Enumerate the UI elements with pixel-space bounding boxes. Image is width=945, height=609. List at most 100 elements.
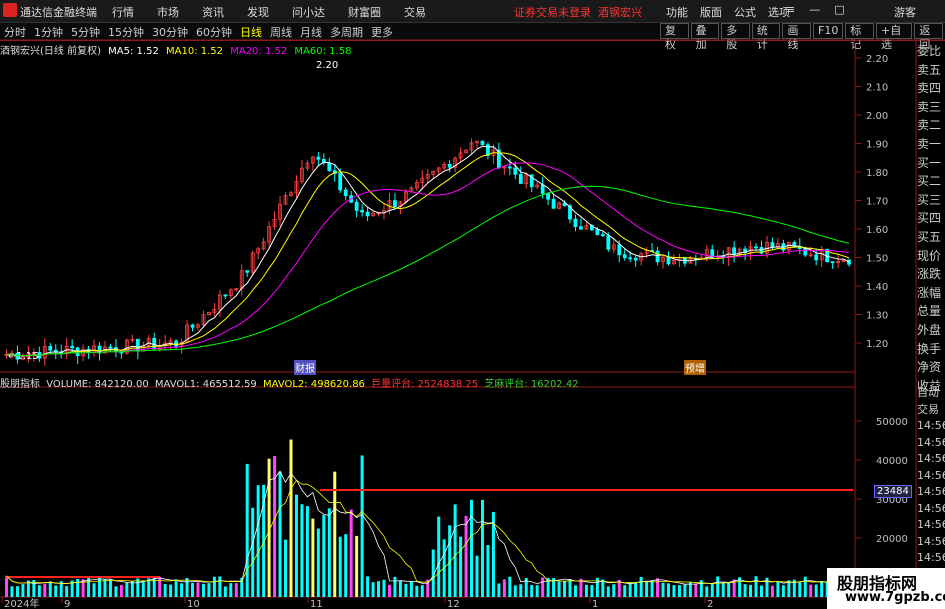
- trade-field-8[interactable]: 14:56: [917, 517, 945, 534]
- volume-tick-label: 40000: [876, 456, 908, 467]
- volume-bar: [634, 581, 638, 597]
- candle-body: [393, 200, 397, 207]
- volume-bar: [694, 583, 698, 597]
- volume-bar: [409, 581, 413, 597]
- volume-bar: [716, 576, 720, 597]
- volume-bar: [404, 583, 408, 597]
- price-tick-label: 2.20: [866, 54, 888, 65]
- quote-field-8[interactable]: 买三: [917, 191, 945, 210]
- quote-field-7[interactable]: 买二: [917, 172, 945, 191]
- date-tick-label: 2024年: [4, 597, 39, 609]
- candle-body: [540, 184, 545, 194]
- quote-field-4[interactable]: 卖二: [917, 116, 945, 135]
- event-label-report[interactable]: 财报: [294, 360, 316, 375]
- volume-bar: [420, 585, 424, 597]
- candle-body: [190, 324, 195, 328]
- quote-field-5[interactable]: 卖一: [917, 135, 945, 154]
- trade-field-3[interactable]: 14:56: [917, 435, 945, 452]
- quote-field-10[interactable]: 买五: [917, 228, 945, 247]
- volume-bar: [820, 581, 824, 597]
- volume-bar: [459, 536, 463, 597]
- quote-field-2[interactable]: 卖四: [917, 79, 945, 98]
- trade-field-5[interactable]: 14:56: [917, 468, 945, 485]
- indicator-title: 股朋指标: [0, 379, 40, 390]
- candle-body: [327, 162, 332, 172]
- candle-body: [338, 173, 343, 191]
- volume-bar: [770, 585, 774, 597]
- trade-field-6[interactable]: 14:56: [917, 484, 945, 501]
- volume-bar: [781, 585, 785, 597]
- quote-field-0[interactable]: 委比: [917, 42, 945, 61]
- trade-sidebar: 自动交易14:5614:5614:5614:5614:5614:5614:561…: [917, 385, 945, 583]
- candle-body: [655, 250, 660, 263]
- event-label-forecast[interactable]: 预增: [684, 360, 706, 375]
- volume-bar: [92, 583, 96, 597]
- volume-bar: [650, 580, 654, 597]
- volume-bar: [612, 584, 616, 597]
- quote-field-14[interactable]: 总量: [917, 302, 945, 321]
- candle-body: [551, 198, 556, 209]
- trade-field-9[interactable]: 14:56: [917, 534, 945, 551]
- volume-bar: [5, 575, 8, 597]
- quote-field-9[interactable]: 买四: [917, 209, 945, 228]
- volume-bar: [803, 576, 807, 597]
- price-tick-label: 1.40: [866, 282, 888, 293]
- volume-bar: [10, 586, 14, 597]
- volume-bar: [377, 581, 381, 597]
- trade-field-4[interactable]: 14:56: [917, 451, 945, 468]
- price-tick-label: 1.90: [866, 140, 888, 151]
- volume-bar: [48, 581, 52, 597]
- volume-bar: [661, 582, 665, 597]
- volume-bar: [218, 576, 222, 597]
- candles: 2.20 ←1.15: [4, 60, 851, 366]
- price-tick-label: 1.70: [866, 197, 888, 208]
- volume-bar: [672, 585, 676, 597]
- trade-field-0[interactable]: 自动: [917, 385, 945, 402]
- volume-ma-lines: [6, 470, 850, 585]
- trade-field-2[interactable]: 14:56: [917, 418, 945, 435]
- volume-bar: [464, 515, 468, 597]
- volume-bar: [251, 507, 255, 597]
- volume-bar: [563, 580, 567, 597]
- giant-value: 巨量评台: 2524838.25: [371, 379, 479, 390]
- quote-field-1[interactable]: 卖五: [917, 61, 945, 80]
- quote-field-17[interactable]: 净资: [917, 358, 945, 377]
- trade-field-1[interactable]: 交易: [917, 402, 945, 419]
- volume-bar: [15, 586, 19, 597]
- ma20-line: [6, 162, 850, 357]
- price-tick-label: 1.80: [866, 168, 888, 179]
- quote-field-3[interactable]: 卖三: [917, 98, 945, 117]
- volume-bar: [677, 585, 681, 597]
- volume-bar: [322, 515, 326, 597]
- kline-chart[interactable]: 2.20 2.10 2.00 1.90 1.80 1.70 1.60 1.50 1.40 1.30…: [0, 0, 945, 609]
- quote-field-13[interactable]: 涨幅: [917, 284, 945, 303]
- quote-field-16[interactable]: 换手: [917, 340, 945, 359]
- candle-body: [316, 156, 321, 160]
- trade-field-10[interactable]: 14:56: [917, 550, 945, 567]
- candle-body: [579, 226, 583, 230]
- candle-body: [617, 244, 622, 256]
- volume-bar: [163, 584, 167, 597]
- volume-marker: 23484: [874, 485, 912, 498]
- watermark-line2: www.7gpzb.com: [845, 590, 945, 605]
- volume-bar: [486, 545, 490, 597]
- volume-bar: [721, 582, 725, 597]
- volume-bar: [54, 585, 58, 597]
- volume-bar: [366, 576, 370, 597]
- volume-bar: [557, 581, 561, 597]
- volume-bar: [606, 586, 610, 597]
- volume-bar: [727, 582, 731, 597]
- quote-field-11[interactable]: 现价: [917, 247, 945, 266]
- volume-bar: [229, 583, 233, 597]
- quote-field-6[interactable]: 买一: [917, 154, 945, 173]
- volume-bar: [245, 463, 249, 597]
- date-tick-label: 10: [187, 599, 200, 609]
- volume-bar: [776, 582, 780, 597]
- quote-field-15[interactable]: 外盘: [917, 321, 945, 340]
- volume-bar: [705, 586, 709, 597]
- trade-field-7[interactable]: 14:56: [917, 501, 945, 518]
- volume-bar: [65, 586, 69, 597]
- volume-bar: [656, 578, 660, 597]
- quote-field-12[interactable]: 涨跌: [917, 265, 945, 284]
- mavol2-line: [6, 479, 850, 585]
